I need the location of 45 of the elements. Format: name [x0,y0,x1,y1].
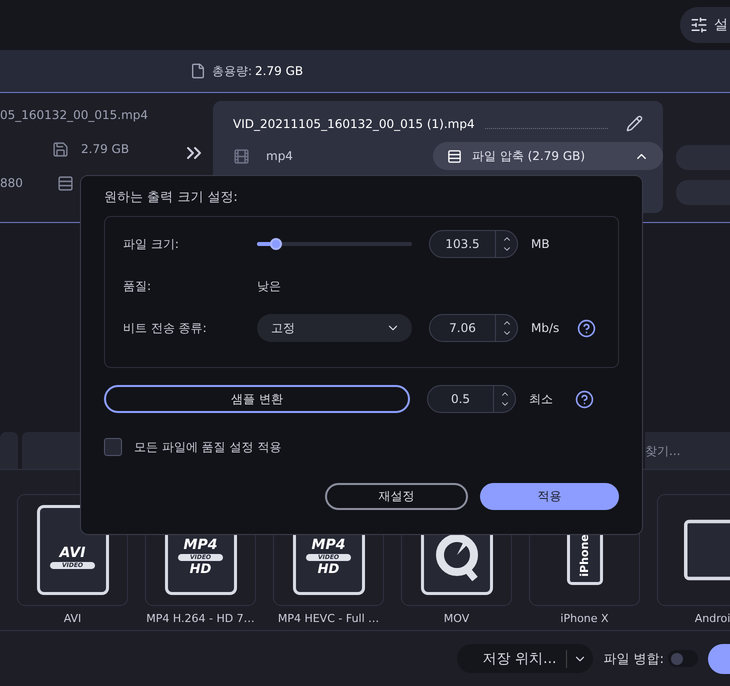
number-field[interactable]: 103.5 [429,230,518,258]
edit-icon[interactable] [626,115,643,132]
save-location-dropdown[interactable]: 저장 위치... [457,644,594,673]
merge-label: 파일 병합: [603,650,664,668]
settings-button[interactable]: 설 [680,7,730,43]
output-file-name: VID_20211105_160132_00_015 (1).mp4 [233,116,475,130]
format-label: Androi [694,612,730,625]
format-label: MP4 H.264 - HD 7… [146,612,255,625]
number-field[interactable]: 0.5 [427,385,516,413]
apply-all-label: 모든 파일에 품질 설정 적용 [134,438,282,456]
file-icon [190,63,206,79]
output-format: mp4 [266,149,293,163]
apply-button[interactable]: 적용 [480,483,619,510]
save-icon [52,140,69,158]
unit-label: Mb/s [530,321,560,335]
file-size-label: 파일 크기: [123,236,180,252]
format-label: MOV [444,612,470,625]
merge-toggle[interactable] [668,650,698,667]
format-label: MP4 HEVC - Full … [278,612,380,625]
bitrate-mode-dropdown[interactable]: 고정 [257,314,412,342]
apply-all-checkbox[interactable] [104,438,122,456]
reset-button[interactable]: 재설정 [325,483,468,510]
help-icon[interactable] [577,318,596,338]
bitrate-label: 비트 전송 종류: [123,320,208,336]
source-size: 2.79 GB [81,142,130,156]
total-size-label: 총용량: [212,62,252,80]
convert-button[interactable] [708,644,730,674]
sample-convert-button[interactable]: 샘플 변환 [104,385,410,413]
quicktime-icon [434,533,478,581]
unit-label: MB [530,237,551,251]
number-field[interactable]: 7.06 [429,314,518,342]
source-resolution: 880 [0,176,23,190]
format-label: AVI [64,612,82,625]
video-icon [233,148,250,164]
quality-value: 낮은 [257,278,281,294]
settings-icon [690,16,708,34]
dialog-title: 원하는 출력 크기 설정: [104,189,239,206]
help-icon[interactable] [575,390,594,408]
unit-label: 최소 [528,390,554,408]
compress-dropdown[interactable]: 파일 압축 (2.79 GB) [433,142,663,170]
search-field[interactable]: 찾기... [645,432,730,469]
format-label: iPhone X [560,612,609,625]
total-size-value: 2.79 GB [255,64,304,78]
quality-label: 품질: [123,278,152,294]
source-file-name: 05_160132_00_015.mp4 [0,108,148,122]
